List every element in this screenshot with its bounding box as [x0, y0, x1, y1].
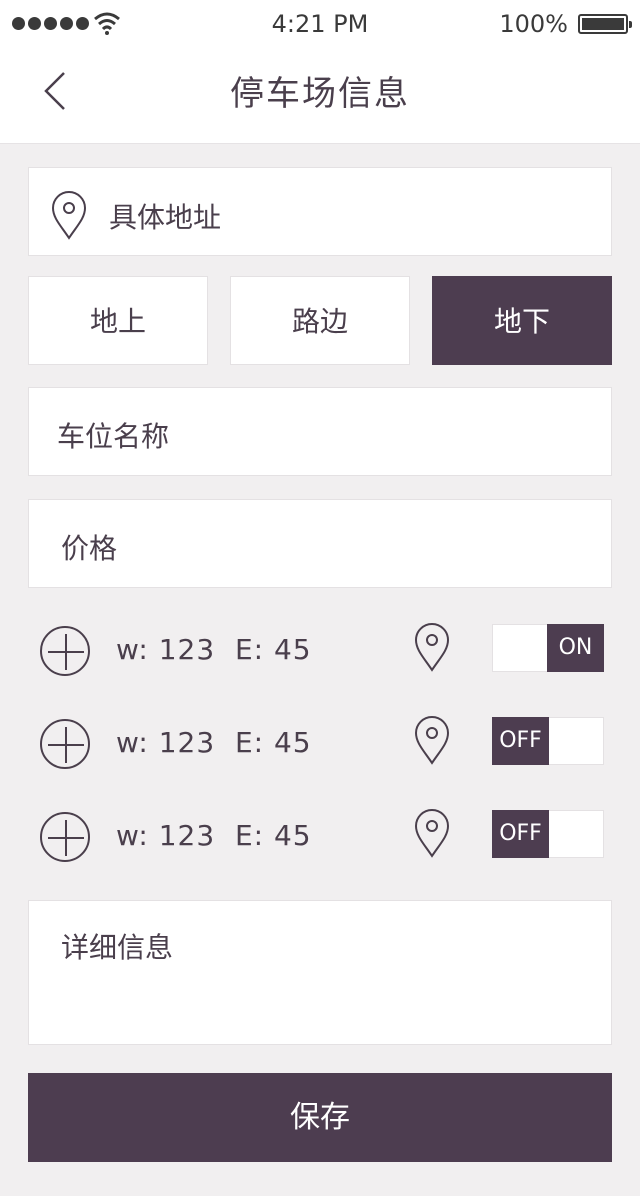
space-name-placeholder: 车位名称: [57, 420, 170, 453]
location-pin-icon: [51, 191, 87, 240]
add-circle-icon[interactable]: [40, 812, 90, 862]
location-pin-icon[interactable]: [414, 808, 450, 858]
coordinate-text: w: 123 E: 45: [116, 819, 312, 852]
type-option-underground[interactable]: 地下: [432, 276, 612, 365]
coordinate-row: w: 123 E: 45 ON: [28, 622, 612, 682]
add-circle-icon[interactable]: [40, 719, 90, 769]
location-pin-icon[interactable]: [414, 715, 450, 765]
page-title: 停车场信息: [230, 74, 410, 114]
coordinate-row: w: 123 E: 45 OFF: [28, 808, 612, 868]
address-label: 具体地址: [109, 201, 222, 234]
type-option-above-ground[interactable]: 地上: [28, 276, 208, 365]
coordinate-text: w: 123 E: 45: [116, 633, 312, 666]
visibility-toggle[interactable]: OFF: [492, 717, 604, 765]
add-circle-icon[interactable]: [40, 626, 90, 676]
price-placeholder: 价格: [61, 532, 118, 565]
top-bar: 4:21 PM 100% 停车场信息: [0, 0, 640, 144]
coordinate-row: w: 123 E: 45 OFF: [28, 715, 612, 775]
toggle-label: OFF: [492, 810, 549, 858]
space-name-input[interactable]: 车位名称: [28, 387, 612, 476]
battery-percentage: 100%: [499, 10, 568, 38]
price-input[interactable]: 价格: [28, 499, 612, 588]
coordinate-text: w: 123 E: 45: [116, 726, 312, 759]
location-pin-icon[interactable]: [414, 622, 450, 672]
toggle-label: OFF: [492, 717, 549, 765]
toggle-label: ON: [547, 624, 604, 672]
battery-icon: [578, 14, 632, 34]
type-option-roadside[interactable]: 路边: [230, 276, 410, 365]
details-placeholder: 详细信息: [61, 931, 174, 964]
details-textarea[interactable]: 详细信息: [28, 900, 612, 1045]
visibility-toggle[interactable]: ON: [492, 624, 604, 672]
save-button[interactable]: 保存: [28, 1073, 612, 1162]
status-bar: 4:21 PM 100%: [0, 0, 640, 48]
address-field[interactable]: 具体地址: [28, 167, 612, 256]
visibility-toggle[interactable]: OFF: [492, 810, 604, 858]
